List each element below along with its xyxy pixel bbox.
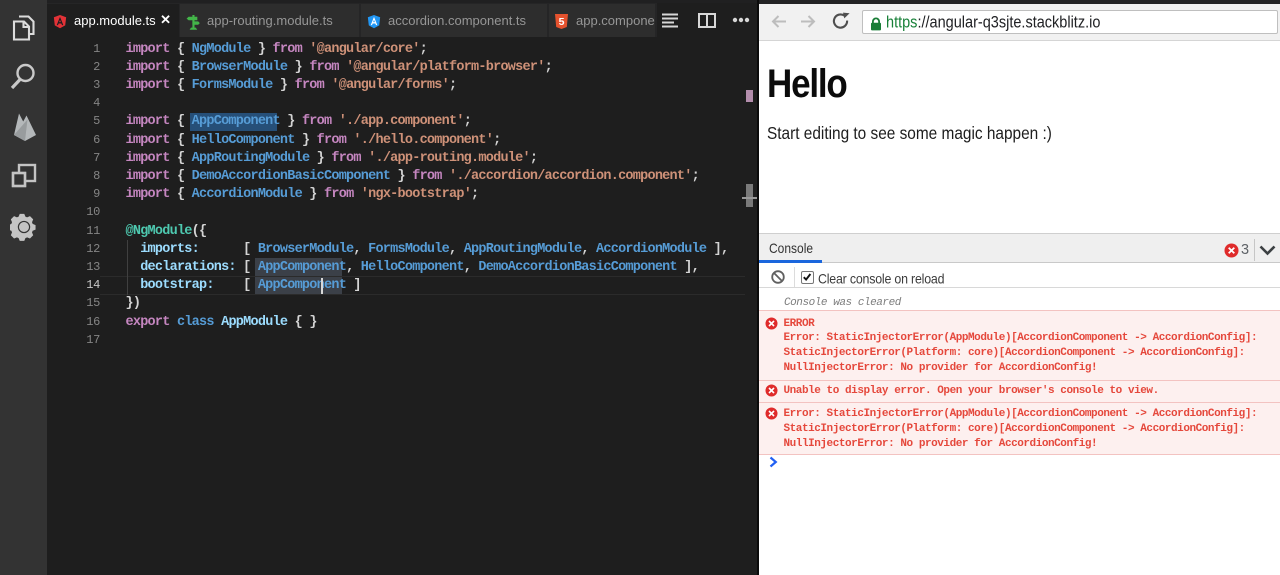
- svg-text:5: 5: [559, 16, 565, 28]
